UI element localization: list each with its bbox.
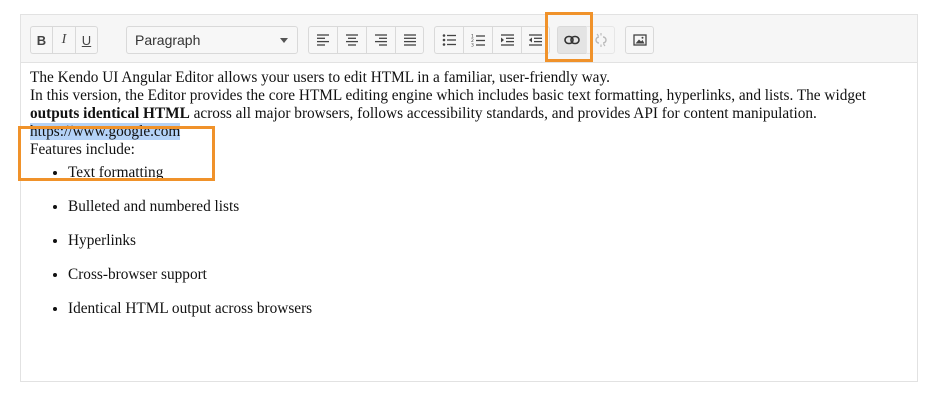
indent-button[interactable] — [492, 26, 521, 54]
unlink-icon — [594, 33, 607, 47]
intro-line-2-start: In this version, the Editor provides the… — [30, 87, 867, 104]
align-left-icon — [317, 34, 329, 46]
list-item: Bulleted and numbered lists — [68, 199, 910, 233]
bulleted-list-button[interactable] — [434, 26, 463, 54]
editor-content[interactable]: The Kendo UI Angular Editor allows your … — [30, 69, 910, 329]
editor-toolbar: B I U Paragraph 1 2 3 — [21, 15, 917, 63]
align-justify-button[interactable] — [395, 26, 424, 54]
underline-button[interactable]: U — [75, 26, 98, 54]
unlink-button[interactable] — [586, 26, 615, 54]
align-right-icon — [375, 34, 387, 46]
outdent-button[interactable] — [521, 26, 550, 54]
svg-text:3: 3 — [471, 42, 474, 47]
intro-line-1: The Kendo UI Angular Editor allows your … — [30, 69, 610, 86]
list-item: Hyperlinks — [68, 233, 910, 267]
numbered-list-button[interactable]: 123 — [463, 26, 492, 54]
features-heading: Features include: — [30, 141, 135, 158]
chevron-down-icon — [280, 38, 288, 43]
bulleted-list-icon — [442, 34, 456, 46]
align-right-button[interactable] — [366, 26, 395, 54]
features-list: Text formatting Bulleted and numbered li… — [30, 165, 910, 335]
link-paragraph: https://www.google.com — [30, 123, 910, 141]
format-block-value: Paragraph — [135, 32, 201, 48]
italic-button[interactable]: I — [52, 26, 75, 54]
list-item: Text formatting — [68, 165, 910, 199]
image-icon — [632, 34, 647, 46]
numbered-list-icon: 123 — [471, 34, 485, 47]
indent-icon — [500, 34, 514, 46]
insert-image-button[interactable] — [625, 26, 654, 54]
selected-link-text[interactable]: https://www.google.com — [30, 123, 181, 140]
align-center-icon — [346, 34, 358, 46]
bold-label: B — [36, 32, 47, 48]
italic-label: I — [61, 32, 67, 47]
link-icon — [564, 35, 580, 45]
intro-line-2-end: across all major browsers, follows acces… — [189, 105, 817, 122]
underline-label: U — [81, 32, 92, 48]
align-justify-icon — [403, 34, 416, 46]
insert-link-button[interactable] — [557, 26, 586, 54]
list-item: Identical HTML output across browsers — [68, 301, 910, 335]
intro-paragraph: The Kendo UI Angular Editor allows your … — [30, 69, 910, 123]
align-left-button[interactable] — [308, 26, 337, 54]
align-center-button[interactable] — [337, 26, 366, 54]
intro-bold-text: outputs identical HTML — [30, 105, 190, 122]
list-item: Cross-browser support — [68, 267, 910, 301]
rich-text-editor: B I U Paragraph 1 2 3 The Kendo UI Angul… — [20, 14, 918, 382]
bold-button[interactable]: B — [30, 26, 52, 54]
outdent-icon — [529, 34, 542, 46]
format-block-dropdown[interactable]: Paragraph — [126, 26, 298, 54]
